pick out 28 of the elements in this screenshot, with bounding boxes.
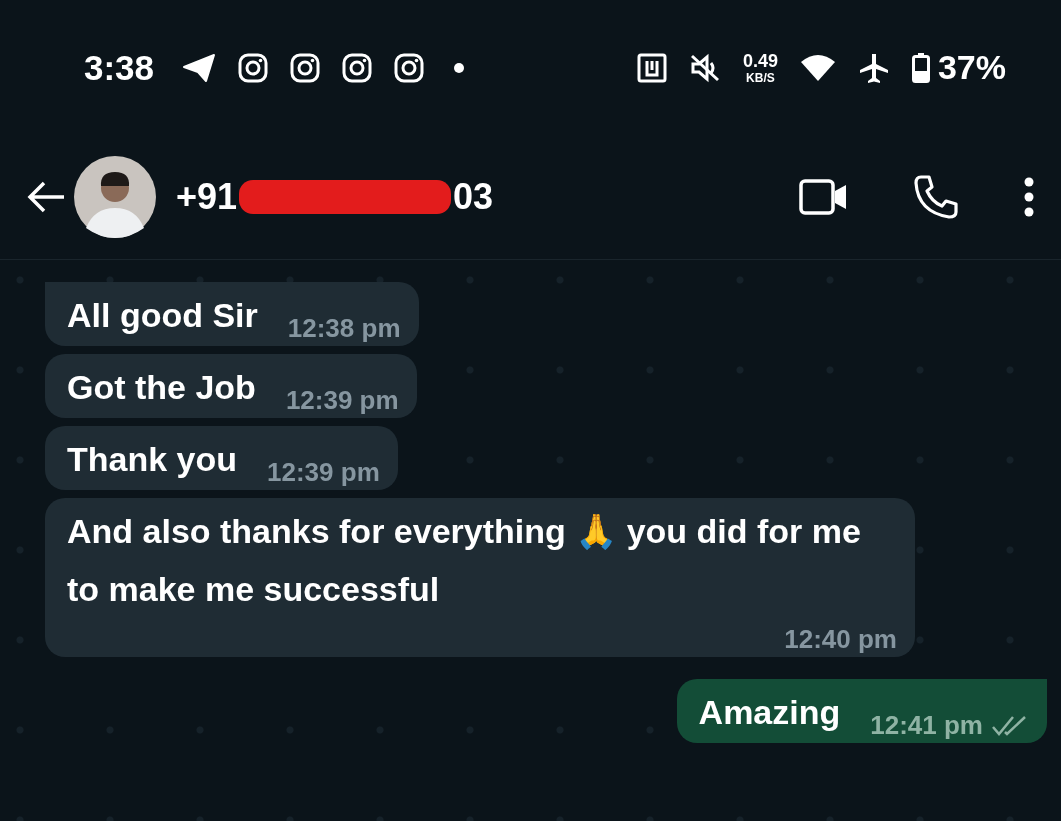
camera-app-icon: [290, 52, 321, 83]
contact-number-start[interactable]: +91: [176, 176, 238, 218]
avatar[interactable]: [74, 156, 156, 238]
network-speed-unit: KB/S: [746, 71, 775, 84]
message-text: All good Sir: [67, 295, 258, 336]
message-text: Got the Job: [67, 367, 256, 408]
message-text: And also thanks for everything 🙏 you did for me to make me successful: [67, 511, 862, 610]
battery-percentage: 37%: [937, 48, 1006, 87]
camera-app-icon: [238, 52, 269, 83]
battery-icon: [911, 52, 930, 83]
message-text: Amazing: [698, 692, 841, 733]
nfc-icon: [636, 52, 667, 83]
message-time: 12:39 pm: [267, 457, 380, 488]
wifi-icon: [799, 53, 836, 82]
dot-icon: [454, 62, 465, 73]
message-time: 12:38 pm: [287, 313, 401, 344]
paper-plane-icon: [182, 52, 217, 83]
camera-app-icon: [394, 52, 425, 83]
message-text: Thank you: [67, 439, 238, 480]
airplane-icon: [857, 51, 890, 84]
status-time: 3:38: [84, 47, 155, 88]
camera-app-icon: [342, 52, 373, 83]
network-speed-value: 0.49: [742, 51, 778, 70]
muted-speaker-icon: [688, 52, 721, 83]
message-time: 12:41 pm: [870, 710, 983, 741]
message-time: 12:40 pm: [784, 624, 897, 655]
message-time: 12:39 pm: [285, 385, 399, 416]
contact-number-end[interactable]: 03: [453, 176, 494, 218]
